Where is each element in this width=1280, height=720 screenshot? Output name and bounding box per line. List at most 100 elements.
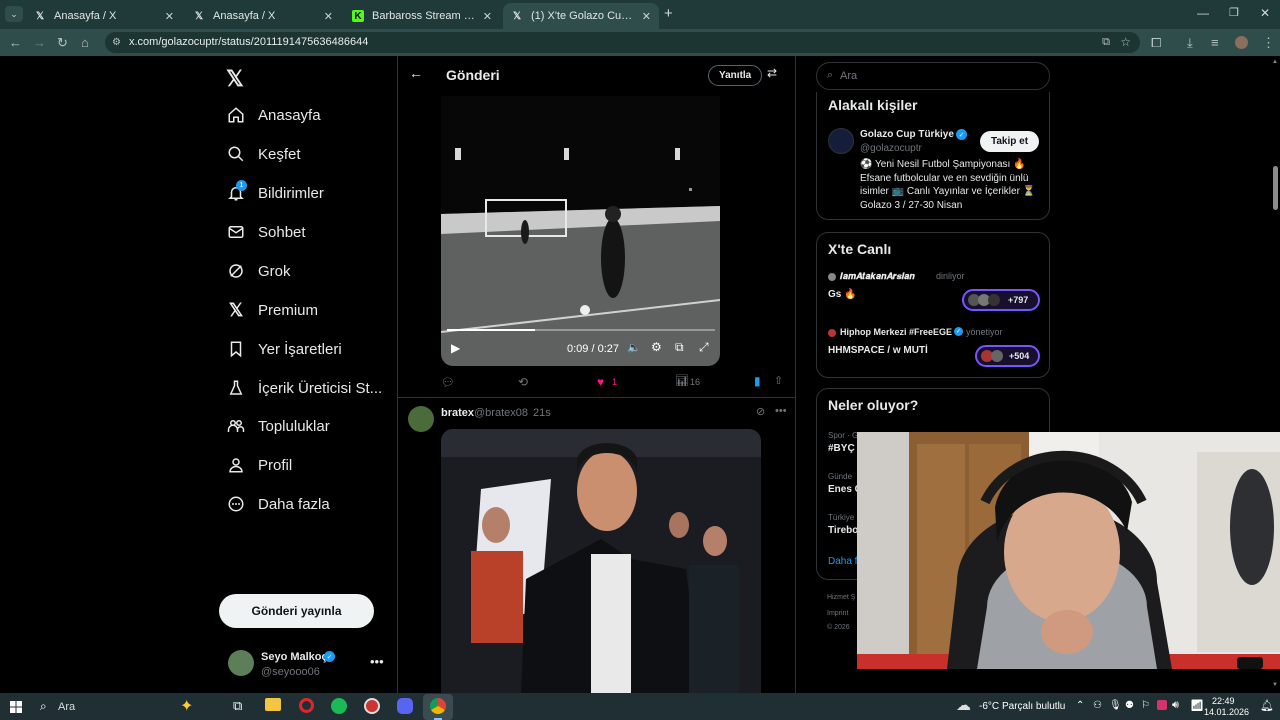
scroll-up-arrow[interactable]: ▲: [1272, 59, 1278, 65]
close-tab-icon[interactable]: ✕: [165, 10, 174, 23]
show-more-link[interactable]: Daha f: [828, 556, 857, 567]
new-tab-button[interactable]: +: [664, 5, 673, 22]
filter-icon[interactable]: ⇄: [767, 66, 777, 80]
reading-list-icon[interactable]: ≡: [1211, 35, 1219, 50]
discord-icon[interactable]: [397, 698, 413, 714]
sidebar-item-bookmarks[interactable]: Yer İşaretleri: [226, 335, 342, 363]
window-restore-button[interactable]: ❐: [1229, 6, 1239, 19]
home-icon[interactable]: ⌂: [81, 35, 89, 50]
sidebar-item-communities[interactable]: Topluluklar: [226, 412, 330, 440]
pip-icon[interactable]: ⧉: [675, 340, 684, 355]
site-info-icon[interactable]: ⚙: [112, 32, 121, 53]
repost-icon[interactable]: ⟲: [518, 375, 528, 389]
app-icon[interactable]: [364, 698, 380, 714]
sidebar-item-grok[interactable]: Grok: [226, 257, 291, 285]
window-close-button[interactable]: ✕: [1260, 6, 1270, 20]
tray-app-icon[interactable]: ⚇: [1093, 700, 1102, 711]
footer-link[interactable]: Hizmet Ş: [827, 594, 855, 601]
scroll-down-arrow[interactable]: ▼: [1272, 682, 1278, 688]
person-icon: [226, 455, 246, 475]
x-logo-icon[interactable]: 𝕏: [226, 66, 244, 92]
reload-icon[interactable]: ↻: [57, 35, 68, 51]
back-arrow-icon[interactable]: ←: [409, 65, 423, 81]
post-button[interactable]: Gönderi yayınla: [219, 594, 374, 628]
weather-icon[interactable]: ☁: [956, 696, 971, 714]
fullscreen-icon[interactable]: ⤢: [699, 340, 709, 355]
play-icon[interactable]: ▶: [451, 341, 460, 355]
browser-menu-icon[interactable]: ⋮: [1262, 35, 1275, 51]
sidebar-item-premium[interactable]: 𝕏 Premium: [226, 296, 318, 324]
sidebar-item-more[interactable]: Daha fazla: [226, 490, 330, 518]
tweet-more-icon[interactable]: •••: [775, 405, 787, 417]
taskbar-search[interactable]: ⌕ Ara ✦: [32, 693, 222, 720]
live-item[interactable]: Hiphop Merkezi #FreeEGE ✓ yönetiyor HHMS…: [828, 327, 1040, 371]
listeners-pill[interactable]: +504: [975, 345, 1040, 367]
settings-gear-icon[interactable]: ⚙: [651, 340, 662, 354]
tray-app-icon[interactable]: ⚉: [1125, 700, 1134, 711]
chrome-active-icon[interactable]: [423, 694, 453, 720]
sidebar-item-creator-studio[interactable]: İçerik Üreticisi St...: [226, 374, 382, 402]
browser-tab[interactable]: 𝕏 Anasayfa / X ✕: [185, 3, 341, 29]
volume-icon[interactable]: 🔈: [627, 341, 641, 354]
opera-icon[interactable]: [299, 698, 314, 713]
wifi-icon[interactable]: 📶︎: [1190, 699, 1204, 712]
reply-image[interactable]: [441, 429, 761, 693]
reply-button[interactable]: Yanıtla: [708, 65, 763, 86]
close-tab-icon[interactable]: ✕: [483, 10, 492, 23]
file-explorer-icon[interactable]: [265, 698, 281, 711]
tab-search-button[interactable]: ⌄: [5, 6, 23, 22]
address-bar[interactable]: ⚙ x.com/golazocuptr/status/2011191475636…: [105, 32, 1140, 53]
views-icon[interactable]: 📊︎: [675, 374, 689, 387]
browser-tab[interactable]: 𝕏 Anasayfa / X ✕: [26, 3, 182, 29]
start-button[interactable]: [10, 700, 22, 713]
listeners-pill[interactable]: +797: [962, 289, 1040, 311]
live-item[interactable]: 𝑰𝒂𝒎𝑨𝒕𝒂𝒌𝒂𝒏𝑨𝒓𝒔𝒍𝒂𝒏 dinliyor Gs 🔥 +797: [828, 271, 1040, 315]
browser-tab-active[interactable]: 𝕏 (1) X'te Golazo Cup Türkiye: "Ve ✕: [503, 3, 659, 29]
clock-time[interactable]: 22:49: [1212, 696, 1235, 706]
weather-temp: -6°C: [979, 701, 1000, 712]
spotify-icon[interactable]: [331, 698, 347, 714]
tray-chevron-icon[interactable]: ⌃: [1076, 700, 1084, 711]
scrollbar-thumb[interactable]: [1273, 166, 1278, 210]
notification-bell-icon[interactable]: 🔔︎: [1260, 699, 1274, 712]
close-tab-icon[interactable]: ✕: [642, 10, 651, 23]
sidebar-item-home[interactable]: Anasayfa: [226, 101, 321, 129]
video-progress-track[interactable]: [447, 329, 715, 331]
microphone-icon[interactable]: 🎙︎: [1109, 700, 1122, 711]
views-count: 16: [690, 377, 701, 387]
sidebar-item-profile[interactable]: Profil: [226, 451, 292, 479]
trend-item[interactable]: Spor · G #BYÇ: [828, 431, 858, 454]
download-icon[interactable]: ⤓: [1187, 35, 1193, 51]
volume-icon[interactable]: 🔊︎: [1172, 699, 1179, 712]
browser-tab[interactable]: K Barbaross Stream - Kick Dashbo ✕: [344, 3, 500, 29]
window-minimize-button[interactable]: —: [1197, 6, 1209, 20]
like-icon[interactable]: ♥: [597, 375, 604, 389]
video-player[interactable]: ▶ 0:09 / 0:27 🔈 ⚙ ⧉ ⤢: [441, 96, 720, 366]
share-icon[interactable]: ⇧: [774, 374, 783, 387]
sidebar-item-notifications[interactable]: 1 Bildirimler: [226, 179, 324, 207]
bookmark-filled-icon[interactable]: ▮: [754, 374, 761, 388]
sidebar-item-explore[interactable]: Keşfet: [226, 140, 301, 168]
account-switcher[interactable]: Seyo Malkoç ✓ @seyooo06 •••: [226, 646, 386, 682]
reply-icon[interactable]: 💬︎: [441, 376, 455, 389]
reply-tweet[interactable]: bratex @bratex08 21s ⊘ •••: [398, 398, 795, 693]
close-tab-icon[interactable]: ✕: [324, 10, 333, 23]
back-icon[interactable]: ←: [9, 35, 22, 50]
forward-icon[interactable]: →: [33, 35, 46, 50]
extensions-icon[interactable]: ⧠: [1151, 35, 1161, 51]
search-box[interactable]: ⌕ Ara: [816, 62, 1050, 90]
browser-toolbar: ← → ↻ ⌂ ⚙ x.com/golazocuptr/status/20111…: [0, 29, 1280, 56]
clock-date[interactable]: 14.01.2026: [1204, 707, 1249, 717]
tray-app-icon[interactable]: ⚐: [1141, 700, 1150, 711]
install-app-icon[interactable]: ⧉: [1102, 32, 1110, 53]
bookmark-star-icon[interactable]: ☆: [1120, 32, 1131, 53]
follow-button[interactable]: Takip et: [980, 131, 1040, 152]
task-view-icon[interactable]: ⧉: [233, 698, 242, 714]
sidebar-item-messages[interactable]: Sohbet: [226, 218, 306, 246]
tray-app-icon[interactable]: [1157, 700, 1167, 710]
trend-item[interactable]: Türkiye Tirebo: [828, 513, 858, 536]
grok-icon[interactable]: ⊘: [756, 405, 765, 418]
profile-avatar[interactable]: [1235, 36, 1248, 49]
account-more-icon[interactable]: •••: [370, 654, 384, 669]
footer-link[interactable]: Imprint: [827, 610, 848, 617]
